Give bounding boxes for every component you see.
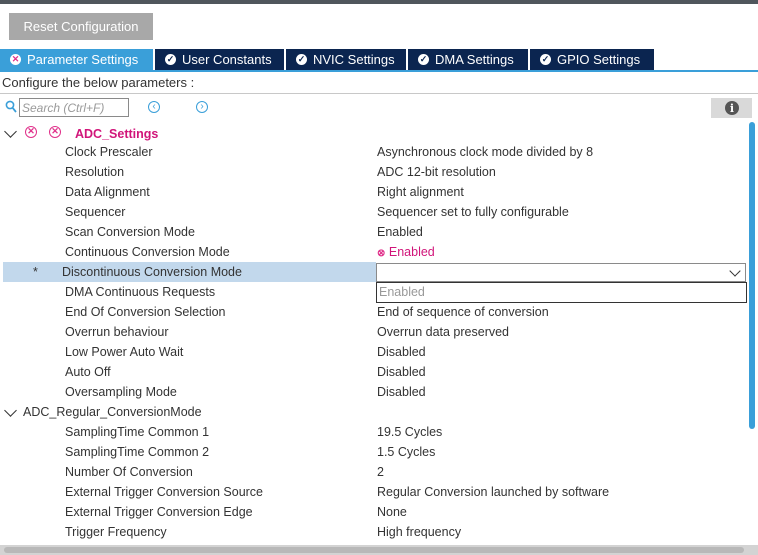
param-row-discontinuous-conversion-mode[interactable]: * Discontinuous Conversion Mode	[3, 262, 376, 282]
param-value-error: ⊗ Enabled	[377, 242, 435, 262]
param-row-sampling-time-common-2[interactable]: SamplingTime Common 2 1.5 Cycles	[0, 442, 745, 462]
search-icon	[5, 100, 17, 113]
param-label: Resolution	[65, 165, 125, 179]
param-value: 1.5 Cycles	[377, 445, 436, 459]
info-button[interactable]: i	[711, 98, 752, 118]
param-row-data-alignment[interactable]: Data Alignment Right alignment	[0, 182, 745, 202]
param-label: Overrun behaviour	[65, 325, 169, 339]
param-value: 2	[377, 465, 384, 479]
group-title: ADC_Settings	[75, 127, 159, 141]
tab-label: Parameter Settings	[27, 52, 139, 67]
param-value: None	[377, 505, 407, 519]
param-value: Enabled	[388, 245, 435, 259]
discontinuous-mode-select[interactable]	[376, 263, 746, 282]
param-label: Continuous Conversion Mode	[65, 245, 230, 259]
group-title: ADC_Regular_ConversionMode	[23, 405, 202, 419]
param-row-continuous-conversion-mode[interactable]: Continuous Conversion Mode ⊗ Enabled	[0, 242, 745, 262]
param-label: External Trigger Conversion Edge	[65, 505, 253, 519]
param-value: Regular Conversion launched by software	[377, 485, 610, 499]
check-icon: ✓	[418, 54, 429, 65]
modified-marker: *	[33, 265, 38, 279]
tab-bar: ✕ Parameter Settings ✓ User Constants ✓ …	[0, 49, 758, 70]
tab-parameter-settings[interactable]: ✕ Parameter Settings	[0, 49, 153, 70]
previous-result-icon[interactable]: ‹	[148, 101, 160, 113]
param-label: End Of Conversion Selection	[65, 305, 226, 319]
param-label: Low Power Auto Wait	[65, 345, 184, 359]
param-value: High frequency	[377, 525, 462, 539]
param-row-resolution[interactable]: Resolution ADC 12-bit resolution	[0, 162, 745, 182]
check-icon: ✓	[165, 54, 176, 65]
chevron-down-icon	[4, 125, 17, 138]
param-value: Disabled	[377, 385, 426, 399]
scrollbar-thumb[interactable]	[4, 547, 744, 553]
param-label: SamplingTime Common 2	[65, 445, 210, 459]
param-label: Discontinuous Conversion Mode	[62, 265, 242, 279]
param-value: 19.5 Cycles	[377, 425, 443, 439]
tab-label: GPIO Settings	[557, 52, 641, 67]
param-row-overrun-behaviour[interactable]: Overrun behaviour Overrun data preserved	[0, 322, 745, 342]
param-value: Sequencer set to fully configurable	[377, 205, 569, 219]
chevron-down-icon	[4, 404, 17, 417]
param-label: Scan Conversion Mode	[65, 225, 195, 239]
param-label: Oversampling Mode	[65, 385, 177, 399]
param-row-auto-off[interactable]: Auto Off Disabled	[0, 362, 745, 382]
param-row-oversampling-mode[interactable]: Oversampling Mode Disabled	[0, 382, 745, 402]
group-adc-regular-conversion-mode[interactable]: ADC_Regular_ConversionMode	[0, 402, 400, 422]
param-label: Clock Prescaler	[65, 145, 153, 159]
param-row-trigger-frequency[interactable]: Trigger Frequency High frequency	[0, 522, 745, 542]
param-value: Overrun data preserved	[377, 325, 510, 339]
info-icon: i	[725, 101, 739, 115]
error-icon: ✕	[10, 54, 21, 65]
param-label: Sequencer	[65, 205, 126, 219]
error-icon: ⊗	[377, 248, 386, 259]
param-row-end-of-conversion-selection[interactable]: End Of Conversion Selection End of seque…	[0, 302, 745, 322]
param-value: Disabled	[377, 365, 426, 379]
tab-user-constants[interactable]: ✓ User Constants	[155, 49, 284, 70]
param-value: End of sequence of conversion	[377, 305, 549, 319]
param-label: DMA Continuous Requests	[65, 285, 216, 299]
window-top-bar	[0, 0, 758, 4]
param-row-clock-prescaler[interactable]: Clock Prescaler Asynchronous clock mode …	[0, 142, 745, 162]
param-value: Disabled	[377, 345, 426, 359]
param-label: Number Of Conversion	[65, 465, 193, 479]
param-row-external-trigger-edge[interactable]: External Trigger Conversion Edge None	[0, 502, 745, 522]
horizontal-scrollbar[interactable]	[0, 545, 758, 555]
param-row-external-trigger-source[interactable]: External Trigger Conversion Source Regul…	[0, 482, 745, 502]
scrollbar-thumb[interactable]	[749, 122, 755, 429]
param-label: Data Alignment	[65, 185, 150, 199]
next-result-icon[interactable]: ›	[196, 101, 208, 113]
check-icon: ✓	[296, 54, 307, 65]
tab-dma-settings[interactable]: ✓ DMA Settings	[408, 49, 528, 70]
param-value: Enabled	[377, 225, 423, 239]
group-adc-settings[interactable]: ✕ ✕ ADC_Settings	[0, 123, 400, 143]
param-row-low-power-auto-wait[interactable]: Low Power Auto Wait Disabled	[0, 342, 745, 362]
error-icon: ✕	[49, 126, 61, 138]
vertical-scrollbar[interactable]	[748, 122, 756, 545]
tab-label: User Constants	[182, 52, 272, 67]
tab-gpio-settings[interactable]: ✓ GPIO Settings	[530, 49, 654, 70]
chevron-down-icon	[729, 265, 741, 277]
error-icon: ✕	[25, 126, 37, 138]
param-row-sequencer[interactable]: Sequencer Sequencer set to fully configu…	[0, 202, 745, 222]
search-input[interactable]: Search (Ctrl+F)	[19, 98, 129, 117]
param-label: Trigger Frequency	[65, 525, 167, 539]
param-row-number-of-conversion[interactable]: Number Of Conversion 2	[0, 462, 745, 482]
divider	[0, 93, 758, 94]
tab-underline	[0, 70, 758, 72]
param-value: Asynchronous clock mode divided by 8	[377, 145, 594, 159]
tab-label: DMA Settings	[435, 52, 514, 67]
param-value: Right alignment	[377, 185, 464, 199]
check-icon: ✓	[540, 54, 551, 65]
tab-label: NVIC Settings	[313, 52, 395, 67]
param-row-scan-conversion-mode[interactable]: Scan Conversion Mode Enabled	[0, 222, 745, 242]
param-value: ADC 12-bit resolution	[377, 165, 496, 179]
configure-label: Configure the below parameters :	[2, 75, 195, 90]
param-label: SamplingTime Common 1	[65, 425, 210, 439]
param-label: External Trigger Conversion Source	[65, 485, 264, 499]
param-label: Auto Off	[65, 365, 111, 379]
param-row-sampling-time-common-1[interactable]: SamplingTime Common 1 19.5 Cycles	[0, 422, 745, 442]
reset-configuration-button[interactable]: Reset Configuration	[9, 13, 153, 40]
dropdown-option-enabled[interactable]: Enabled	[376, 282, 747, 303]
tab-nvic-settings[interactable]: ✓ NVIC Settings	[286, 49, 406, 70]
